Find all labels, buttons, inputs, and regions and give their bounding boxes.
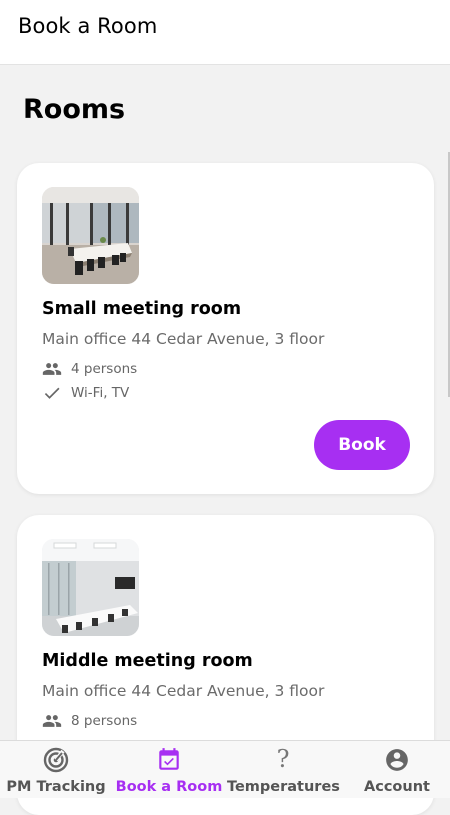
app-bar: Book a Room [0, 0, 450, 65]
nav-label: Account [364, 779, 430, 795]
calendar-check-icon [156, 747, 182, 773]
nav-label: PM Tracking [6, 779, 106, 795]
nav-label: Book a Room [115, 779, 223, 795]
capacity-label: 4 persons [71, 361, 138, 377]
room-name: Middle meeting room [42, 651, 253, 671]
people-icon [42, 711, 62, 731]
book-button[interactable]: Book [314, 420, 410, 470]
room-name: Small meeting room [42, 299, 242, 319]
amenities-row: Wi-Fi, TV [42, 383, 129, 403]
room-card[interactable]: Small meeting room Main office 44 Cedar … [17, 163, 434, 494]
app-bar-title: Book a Room [18, 14, 158, 38]
people-icon [42, 359, 62, 379]
capacity-row: 8 persons [42, 711, 137, 731]
nav-item-account[interactable]: Account [341, 741, 450, 799]
nav-item-pm-tracking[interactable]: PM Tracking [0, 741, 112, 799]
room-address: Main office 44 Cedar Avenue, 3 floor [42, 682, 325, 700]
nav-item-book-a-room[interactable]: Book a Room [113, 741, 225, 799]
capacity-row: 4 persons [42, 359, 137, 379]
check-icon [42, 383, 62, 403]
radar-icon [43, 747, 69, 773]
bottom-navigation: PM Tracking Book a Room ? Temperatures A… [0, 740, 450, 798]
nav-label: Temperatures [227, 779, 340, 795]
question-mark-icon: ? [276, 745, 290, 773]
capacity-label: 8 persons [71, 713, 138, 729]
account-circle-icon [384, 747, 410, 773]
room-photo [42, 539, 139, 636]
room-photo [42, 187, 139, 284]
nav-item-temperatures[interactable]: ? Temperatures [227, 741, 340, 799]
room-address: Main office 44 Cedar Avenue, 3 floor [42, 330, 325, 348]
amenities-label: Wi-Fi, TV [71, 385, 130, 401]
page-title: Rooms [23, 94, 126, 125]
